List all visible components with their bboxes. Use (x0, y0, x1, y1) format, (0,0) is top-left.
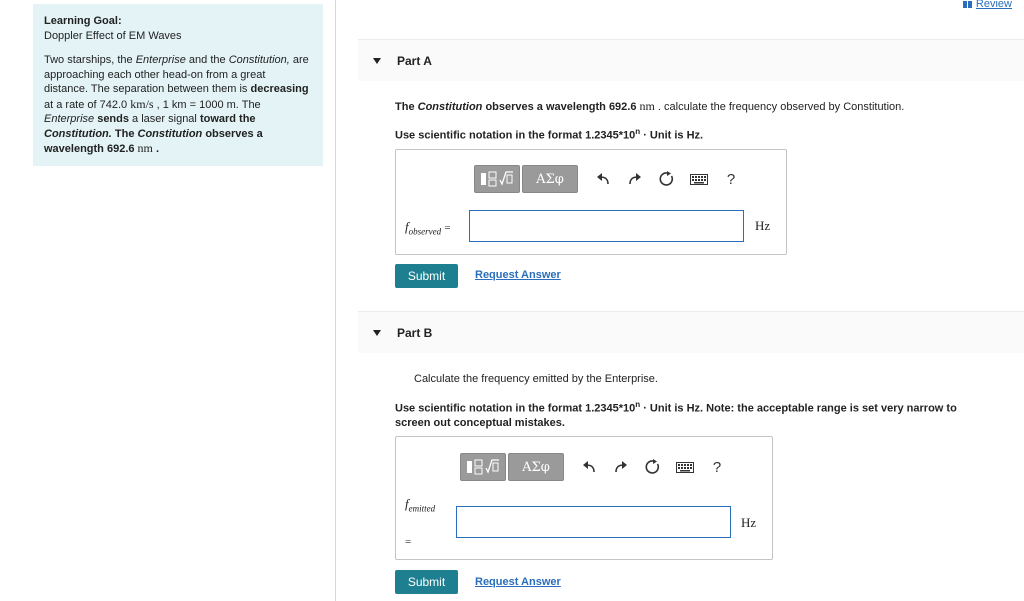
part-b-request-answer-link[interactable]: Request Answer (475, 576, 561, 588)
part-a-question: The Constitution observes a wavelength 6… (395, 99, 905, 113)
part-a-format-instruction: Use scientific notation in the format 1.… (395, 127, 704, 142)
part-b-format-instruction: Use scientific notation in the format 1.… (395, 400, 957, 429)
redo-icon[interactable] (620, 165, 650, 193)
part-b-variable-label: femitted (405, 496, 436, 514)
part-b-equals: = (405, 536, 412, 548)
templates-icon[interactable] (474, 165, 520, 193)
part-a-variable-label: fobserved = (405, 219, 451, 237)
learning-goal-heading: Learning Goal: (44, 15, 122, 27)
learning-goal-panel: Learning Goal: Doppler Effect of EM Wave… (33, 4, 323, 166)
part-a-submit-button[interactable]: Submit (395, 264, 458, 288)
greek-symbols-icon[interactable]: ΑΣφ (508, 453, 564, 481)
part-a-request-answer-link[interactable]: Request Answer (475, 269, 561, 281)
undo-icon[interactable] (588, 165, 618, 193)
undo-icon[interactable] (574, 453, 604, 481)
part-b-question: Calculate the frequency emitted by the E… (414, 373, 658, 385)
redo-icon[interactable] (606, 453, 636, 481)
part-b-unit: Hz (741, 515, 757, 530)
reset-icon[interactable] (638, 453, 668, 481)
part-b-submit-button[interactable]: Submit (395, 570, 458, 594)
panel-divider (335, 0, 336, 601)
learning-goal-topic: Doppler Effect of EM Waves (44, 29, 182, 42)
keyboard-icon[interactable] (670, 453, 700, 481)
part-a-answer-input[interactable] (469, 210, 744, 242)
help-icon[interactable]: ? (702, 453, 732, 481)
part-a-unit: Hz (755, 218, 771, 233)
review-icon (962, 0, 972, 8)
help-icon[interactable]: ? (716, 165, 746, 193)
part-b-title: Part B (397, 325, 433, 340)
part-a-title: Part A (397, 53, 432, 68)
collapse-caret-icon[interactable] (373, 57, 381, 64)
part-b-header[interactable]: Part B (358, 311, 1024, 353)
learning-goal-text: Two starships, the Enterprise and the Co… (44, 54, 309, 155)
part-b-answer-input[interactable] (456, 506, 731, 538)
collapse-caret-icon[interactable] (373, 329, 381, 336)
part-a-header[interactable]: Part A (358, 39, 1024, 81)
keyboard-icon[interactable] (684, 165, 714, 193)
review-label: Review (975, 0, 1012, 10)
templates-icon[interactable] (460, 453, 506, 481)
reset-icon[interactable] (652, 165, 682, 193)
part-b-toolbar: ΑΣφ ? (460, 453, 732, 481)
part-a-toolbar: ΑΣφ ? (474, 165, 746, 193)
review-link[interactable]: Review (962, 0, 1012, 10)
greek-symbols-icon[interactable]: ΑΣφ (522, 165, 578, 193)
